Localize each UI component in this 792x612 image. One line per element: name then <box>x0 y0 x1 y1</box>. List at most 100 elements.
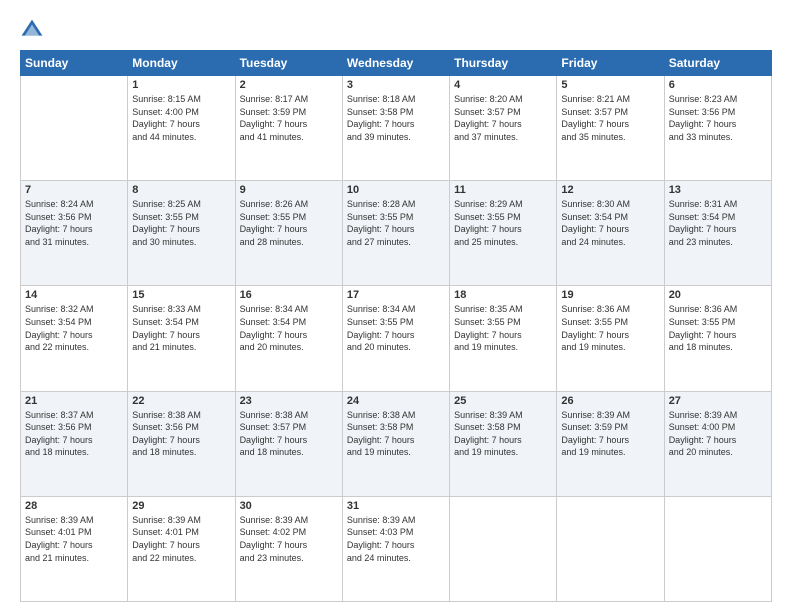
day-number: 26 <box>561 395 659 407</box>
calendar-cell: 9 Sunrise: 8:26 AM Sunset: 3:55 PM Daylig… <box>235 181 342 286</box>
calendar-cell: 14 Sunrise: 8:32 AM Sunset: 3:54 PM Dayli… <box>21 286 128 391</box>
day-info: Sunrise: 8:38 AM Sunset: 3:56 PM Dayligh… <box>132 409 230 459</box>
day-info: Sunrise: 8:28 AM Sunset: 3:55 PM Dayligh… <box>347 198 445 248</box>
day-info: Sunrise: 8:39 AM Sunset: 4:01 PM Dayligh… <box>132 514 230 564</box>
day-info: Sunrise: 8:26 AM Sunset: 3:55 PM Dayligh… <box>240 198 338 248</box>
day-number: 22 <box>132 395 230 407</box>
calendar-cell: 12 Sunrise: 8:30 AM Sunset: 3:54 PM Dayli… <box>557 181 664 286</box>
day-number: 27 <box>669 395 767 407</box>
calendar-cell: 6 Sunrise: 8:23 AM Sunset: 3:56 PM Daylig… <box>664 76 771 181</box>
calendar-cell: 20 Sunrise: 8:36 AM Sunset: 3:55 PM Dayli… <box>664 286 771 391</box>
day-number: 5 <box>561 79 659 91</box>
day-info: Sunrise: 8:20 AM Sunset: 3:57 PM Dayligh… <box>454 93 552 143</box>
calendar-cell <box>557 496 664 601</box>
weekday-header-wednesday: Wednesday <box>342 51 449 76</box>
calendar-cell: 5 Sunrise: 8:21 AM Sunset: 3:57 PM Daylig… <box>557 76 664 181</box>
day-info: Sunrise: 8:23 AM Sunset: 3:56 PM Dayligh… <box>669 93 767 143</box>
day-info: Sunrise: 8:21 AM Sunset: 3:57 PM Dayligh… <box>561 93 659 143</box>
day-number: 31 <box>347 500 445 512</box>
day-info: Sunrise: 8:36 AM Sunset: 3:55 PM Dayligh… <box>561 303 659 353</box>
day-number: 19 <box>561 289 659 301</box>
day-number: 18 <box>454 289 552 301</box>
calendar-cell: 26 Sunrise: 8:39 AM Sunset: 3:59 PM Dayli… <box>557 391 664 496</box>
calendar-cell: 3 Sunrise: 8:18 AM Sunset: 3:58 PM Daylig… <box>342 76 449 181</box>
week-row-3: 14 Sunrise: 8:32 AM Sunset: 3:54 PM Dayli… <box>21 286 772 391</box>
day-info: Sunrise: 8:24 AM Sunset: 3:56 PM Dayligh… <box>25 198 123 248</box>
day-info: Sunrise: 8:37 AM Sunset: 3:56 PM Dayligh… <box>25 409 123 459</box>
day-info: Sunrise: 8:39 AM Sunset: 4:01 PM Dayligh… <box>25 514 123 564</box>
calendar-cell: 29 Sunrise: 8:39 AM Sunset: 4:01 PM Dayli… <box>128 496 235 601</box>
calendar-cell: 2Sunrise: 8:17 AM Sunset: 3:59 PM Daylig… <box>235 76 342 181</box>
calendar-table: SundayMondayTuesdayWednesdayThursdayFrid… <box>20 50 772 602</box>
week-row-5: 28Sunrise: 8:39 AM Sunset: 4:01 PM Dayli… <box>21 496 772 601</box>
day-info: Sunrise: 8:18 AM Sunset: 3:58 PM Dayligh… <box>347 93 445 143</box>
day-info: Sunrise: 8:33 AM Sunset: 3:54 PM Dayligh… <box>132 303 230 353</box>
day-info: Sunrise: 8:39 AM Sunset: 3:59 PM Dayligh… <box>561 409 659 459</box>
calendar-cell: 31 Sunrise: 8:39 AM Sunset: 4:03 PM Dayli… <box>342 496 449 601</box>
day-info: Sunrise: 8:39 AM Sunset: 4:02 PM Dayligh… <box>240 514 338 564</box>
day-info: Sunrise: 8:15 AM Sunset: 4:00 PM Dayligh… <box>132 93 230 143</box>
day-number: 4 <box>454 79 552 91</box>
weekday-header-thursday: Thursday <box>450 51 557 76</box>
weekday-header-row: SundayMondayTuesdayWednesdayThursdayFrid… <box>21 51 772 76</box>
week-row-2: 7 Sunrise: 8:24 AM Sunset: 3:56 PM Daylig… <box>21 181 772 286</box>
calendar-cell <box>21 76 128 181</box>
day-number: 16 <box>240 289 338 301</box>
day-number: 17 <box>347 289 445 301</box>
day-number: 10 <box>347 184 445 196</box>
day-number: 25 <box>454 395 552 407</box>
day-number: 29 <box>132 500 230 512</box>
calendar-cell: 18Sunrise: 8:35 AM Sunset: 3:55 PM Dayli… <box>450 286 557 391</box>
calendar-cell <box>664 496 771 601</box>
calendar-cell: 10 Sunrise: 8:28 AM Sunset: 3:55 PM Dayli… <box>342 181 449 286</box>
day-number: 6 <box>669 79 767 91</box>
calendar-cell: 24Sunrise: 8:38 AM Sunset: 3:58 PM Dayli… <box>342 391 449 496</box>
day-info: Sunrise: 8:30 AM Sunset: 3:54 PM Dayligh… <box>561 198 659 248</box>
calendar-cell: 30 Sunrise: 8:39 AM Sunset: 4:02 PM Dayli… <box>235 496 342 601</box>
day-number: 2 <box>240 79 338 91</box>
calendar-cell: 21 Sunrise: 8:37 AM Sunset: 3:56 PM Dayli… <box>21 391 128 496</box>
day-number: 30 <box>240 500 338 512</box>
header <box>20 18 772 42</box>
day-info: Sunrise: 8:34 AM Sunset: 3:55 PM Dayligh… <box>347 303 445 353</box>
week-row-4: 21 Sunrise: 8:37 AM Sunset: 3:56 PM Dayli… <box>21 391 772 496</box>
day-info: Sunrise: 8:32 AM Sunset: 3:54 PM Dayligh… <box>25 303 123 353</box>
day-number: 15 <box>132 289 230 301</box>
day-info: Sunrise: 8:38 AM Sunset: 3:57 PM Dayligh… <box>240 409 338 459</box>
calendar-cell <box>450 496 557 601</box>
logo <box>20 18 46 42</box>
day-info: Sunrise: 8:25 AM Sunset: 3:55 PM Dayligh… <box>132 198 230 248</box>
calendar-cell: 17 Sunrise: 8:34 AM Sunset: 3:55 PM Dayli… <box>342 286 449 391</box>
calendar-cell: 16Sunrise: 8:34 AM Sunset: 3:54 PM Dayli… <box>235 286 342 391</box>
calendar-cell: 11Sunrise: 8:29 AM Sunset: 3:55 PM Dayli… <box>450 181 557 286</box>
day-number: 21 <box>25 395 123 407</box>
day-number: 9 <box>240 184 338 196</box>
calendar-cell: 8 Sunrise: 8:25 AM Sunset: 3:55 PM Daylig… <box>128 181 235 286</box>
page: SundayMondayTuesdayWednesdayThursdayFrid… <box>0 0 792 612</box>
weekday-header-sunday: Sunday <box>21 51 128 76</box>
calendar-cell: 15 Sunrise: 8:33 AM Sunset: 3:54 PM Dayli… <box>128 286 235 391</box>
calendar-cell: 28Sunrise: 8:39 AM Sunset: 4:01 PM Dayli… <box>21 496 128 601</box>
day-number: 1 <box>132 79 230 91</box>
calendar-cell: 27 Sunrise: 8:39 AM Sunset: 4:00 PM Dayli… <box>664 391 771 496</box>
day-number: 14 <box>25 289 123 301</box>
day-number: 24 <box>347 395 445 407</box>
calendar-cell: 25 Sunrise: 8:39 AM Sunset: 3:58 PM Dayli… <box>450 391 557 496</box>
day-number: 8 <box>132 184 230 196</box>
weekday-header-tuesday: Tuesday <box>235 51 342 76</box>
day-number: 20 <box>669 289 767 301</box>
day-info: Sunrise: 8:39 AM Sunset: 3:58 PM Dayligh… <box>454 409 552 459</box>
day-info: Sunrise: 8:39 AM Sunset: 4:03 PM Dayligh… <box>347 514 445 564</box>
day-number: 23 <box>240 395 338 407</box>
day-info: Sunrise: 8:39 AM Sunset: 4:00 PM Dayligh… <box>669 409 767 459</box>
day-number: 11 <box>454 184 552 196</box>
day-number: 12 <box>561 184 659 196</box>
calendar-cell: 23 Sunrise: 8:38 AM Sunset: 3:57 PM Dayli… <box>235 391 342 496</box>
day-info: Sunrise: 8:31 AM Sunset: 3:54 PM Dayligh… <box>669 198 767 248</box>
day-info: Sunrise: 8:36 AM Sunset: 3:55 PM Dayligh… <box>669 303 767 353</box>
calendar-cell: 19 Sunrise: 8:36 AM Sunset: 3:55 PM Dayli… <box>557 286 664 391</box>
day-number: 3 <box>347 79 445 91</box>
day-number: 7 <box>25 184 123 196</box>
calendar-cell: 4 Sunrise: 8:20 AM Sunset: 3:57 PM Daylig… <box>450 76 557 181</box>
calendar-cell: 7 Sunrise: 8:24 AM Sunset: 3:56 PM Daylig… <box>21 181 128 286</box>
